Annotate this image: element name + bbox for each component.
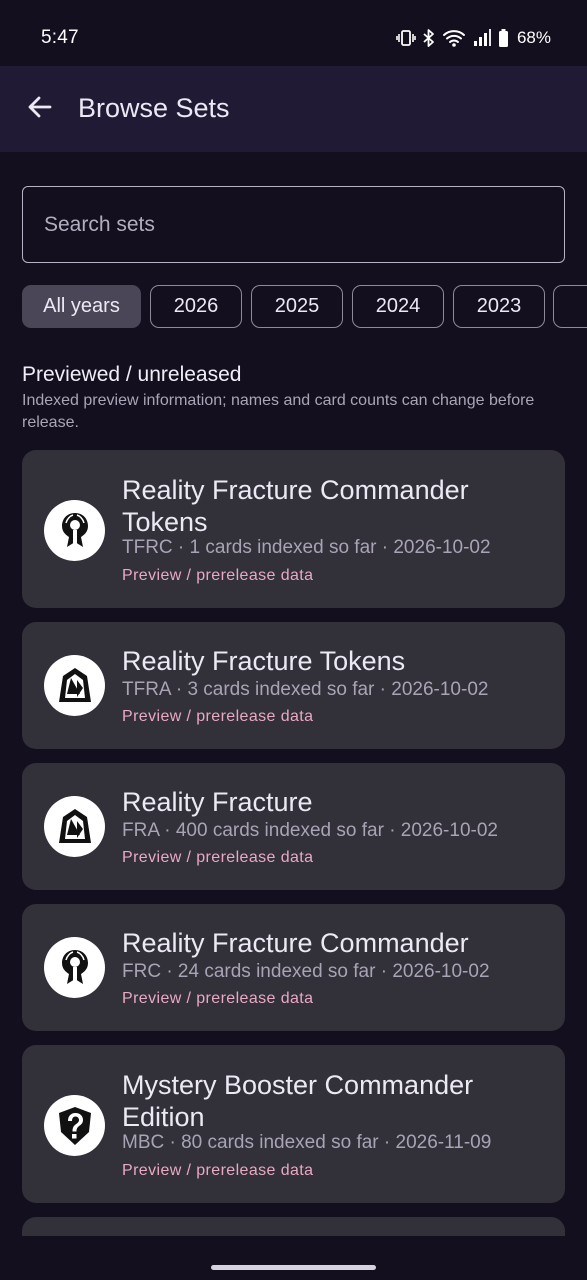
search-input[interactable] xyxy=(23,187,564,262)
signal-icon xyxy=(472,28,492,48)
set-card[interactable]: Reality Fracture Commander FRC · 24 card… xyxy=(22,904,565,1031)
chip-label: 2026 xyxy=(173,295,219,317)
reality-fracture-set-symbol-icon xyxy=(44,796,105,857)
wifi-icon xyxy=(442,28,466,48)
year-filter-chips: All years 2026 2025 2024 2023 xyxy=(22,285,587,330)
chip-label: 2024 xyxy=(375,295,421,317)
set-preview-tag: Preview / prerelease data xyxy=(122,567,314,584)
home-indicator[interactable] xyxy=(211,1265,376,1270)
section-subtitle: Indexed preview information; names and c… xyxy=(22,392,535,431)
chip-partial[interactable] xyxy=(553,285,587,328)
chip-label: 2025 xyxy=(274,295,320,317)
set-card-partial[interactable] xyxy=(22,1217,565,1236)
chip-2023[interactable]: 2023 xyxy=(453,285,545,328)
set-meta: TFRC · 1 cards indexed so far · 2026-10-… xyxy=(122,537,491,558)
chip-2025[interactable]: 2025 xyxy=(251,285,343,328)
set-preview-tag: Preview / prerelease data xyxy=(122,849,314,866)
set-meta: FRA · 400 cards indexed so far · 2026-10… xyxy=(122,820,498,841)
status-time: 5:47 xyxy=(41,27,79,48)
set-preview-tag: Preview / prerelease data xyxy=(122,990,314,1007)
chip-label: All years xyxy=(43,295,120,317)
set-list: Reality Fracture Commander Tokens TFRC ·… xyxy=(22,450,565,1236)
set-name: Reality Fracture xyxy=(122,787,313,817)
chip-all-years[interactable]: All years xyxy=(22,285,141,328)
back-button[interactable] xyxy=(18,87,62,131)
status-bar: 5:47 68% xyxy=(0,0,587,66)
set-card[interactable]: Reality Fracture Commander Tokens TFRC ·… xyxy=(22,450,565,608)
mystery-booster-set-symbol-icon xyxy=(44,1095,105,1156)
app-bar: Browse Sets xyxy=(0,66,587,152)
chip-2026[interactable]: 2026 xyxy=(150,285,242,328)
set-card[interactable]: Mystery Booster Commander Edition MBC · … xyxy=(22,1045,565,1203)
arrow-back-icon xyxy=(27,94,53,125)
set-card[interactable]: Reality Fracture FRA · 400 cards indexed… xyxy=(22,763,565,890)
battery-percent: 68% xyxy=(516,28,551,47)
vibrate-icon xyxy=(396,28,416,48)
commander-set-symbol-icon xyxy=(44,937,105,998)
battery-icon xyxy=(498,28,509,48)
section-title: Previewed / unreleased xyxy=(22,363,242,386)
set-name: Reality Fracture Commander xyxy=(122,928,469,958)
status-icons: 68% xyxy=(396,26,551,50)
bluetooth-icon xyxy=(422,28,436,48)
set-card[interactable]: Reality Fracture Tokens TFRA · 3 cards i… xyxy=(22,622,565,749)
reality-fracture-set-symbol-icon xyxy=(44,655,105,716)
set-name: Reality Fracture Commander Tokens xyxy=(122,475,469,537)
set-name: Mystery Booster Commander Edition xyxy=(122,1070,474,1132)
set-name: Reality Fracture Tokens xyxy=(122,646,406,676)
set-preview-tag: Preview / prerelease data xyxy=(122,708,314,725)
set-meta: MBC · 80 cards indexed so far · 2026-11-… xyxy=(122,1132,492,1153)
chip-2024[interactable]: 2024 xyxy=(352,285,444,328)
set-meta: FRC · 24 cards indexed so far · 2026-10-… xyxy=(122,961,490,982)
commander-set-symbol-icon xyxy=(44,500,105,561)
set-preview-tag: Preview / prerelease data xyxy=(122,1162,314,1179)
page-title: Browse Sets xyxy=(78,93,230,123)
chip-label: 2023 xyxy=(476,295,522,317)
search-box xyxy=(22,186,565,263)
set-meta: TFRA · 3 cards indexed so far · 2026-10-… xyxy=(122,679,489,700)
